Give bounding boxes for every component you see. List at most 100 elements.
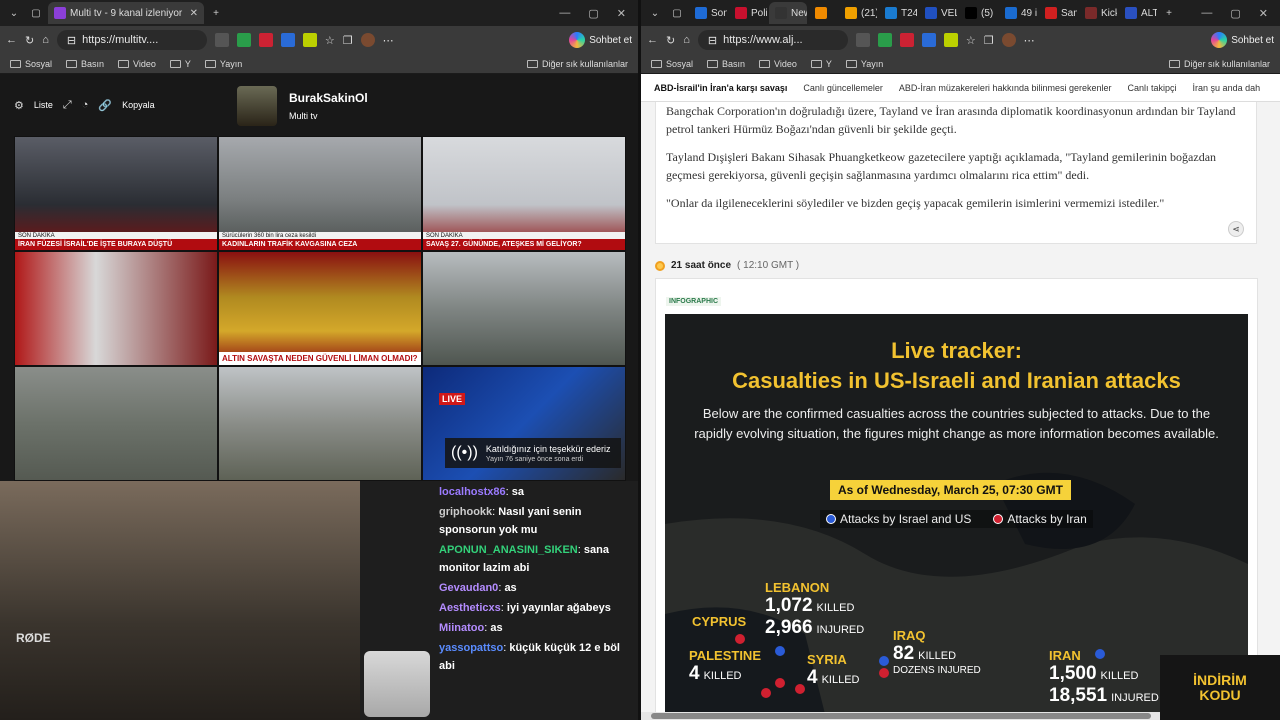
link-icon[interactable]: 🔗 xyxy=(98,99,112,112)
browser-tab[interactable] xyxy=(809,2,837,24)
nav-link[interactable]: Canlı güncellemeler xyxy=(803,83,883,93)
video-tile[interactable] xyxy=(14,251,218,366)
refresh-icon[interactable]: ↻ xyxy=(25,34,34,47)
bookmark-folder[interactable]: Y xyxy=(169,59,191,69)
nav-link[interactable]: ABD-İsrail'in İran'a karşı savaşı xyxy=(654,83,787,93)
extension-icon[interactable] xyxy=(302,33,317,47)
home-icon[interactable]: ⌂ xyxy=(683,34,690,46)
video-tile[interactable] xyxy=(218,366,422,481)
list-button[interactable]: Liste xyxy=(34,100,53,110)
home-icon[interactable]: ⌂ xyxy=(42,34,49,46)
promo-line: KODU xyxy=(1199,686,1241,703)
workspaces-icon[interactable]: ▢ xyxy=(26,3,46,23)
browser-tab[interactable]: (5) xyxy=(959,2,997,24)
chat-username[interactable]: APONUN_ANASINI_SIKEN xyxy=(439,544,578,556)
browser-tab[interactable]: Sam xyxy=(1039,2,1077,24)
scrollbar-thumb[interactable] xyxy=(651,713,1151,719)
fullscreen-icon[interactable]: ⤢ xyxy=(63,99,72,112)
favorites-star-icon[interactable]: ☆ xyxy=(966,34,976,47)
chat-username[interactable]: griphookk xyxy=(439,506,492,518)
chat-username[interactable]: Aestheticxs xyxy=(439,602,501,614)
video-tile[interactable]: Sürücülerin 360 bin lira ceza kesildi KA… xyxy=(218,136,422,251)
copilot-button[interactable]: Sohbet et xyxy=(1211,32,1274,48)
back-icon[interactable]: ← xyxy=(6,34,17,46)
tab-actions-icon[interactable]: ⌄ xyxy=(4,3,24,23)
video-tile[interactable]: SON DAKİKA SAVAŞ 27. GÜNÜNDE, ATEŞKES Mİ… xyxy=(422,136,626,251)
collections-icon[interactable]: ❐ xyxy=(343,34,353,47)
bookmark-folder[interactable]: Yayın xyxy=(845,59,883,69)
browser-tab[interactable]: 49 i xyxy=(999,2,1037,24)
nav-link[interactable]: ABD-İran müzakereleri hakkında bilinmesi… xyxy=(899,83,1112,93)
new-tab-icon[interactable]: + xyxy=(206,3,226,23)
new-tab-icon[interactable]: + xyxy=(1159,3,1179,23)
nav-link[interactable]: Canlı takipçi xyxy=(1128,83,1177,93)
copilot-button[interactable]: Sohbet et xyxy=(569,32,632,48)
address-bar[interactable]: ⊟ https://www.alj... xyxy=(697,30,848,50)
maximize-icon[interactable]: ▢ xyxy=(1230,7,1240,20)
address-bar[interactable]: ⊟ https://multitv.... xyxy=(56,30,207,50)
tab-strip: Son Poli New (21) T24 VEL (5) 49 i Sam Kick ALT xyxy=(689,2,1157,24)
browser-tab[interactable]: New xyxy=(769,2,807,24)
tab-multitv[interactable]: Multi tv - 9 kanal izleniyor ✕ xyxy=(48,2,204,24)
browser-tab[interactable]: Son xyxy=(689,2,727,24)
extension-icon[interactable] xyxy=(877,33,892,47)
refresh-icon[interactable]: ↻ xyxy=(666,34,675,47)
extension-icon[interactable] xyxy=(899,33,914,47)
back-icon[interactable]: ← xyxy=(647,34,658,46)
bookmark-folder[interactable]: Video xyxy=(759,59,797,69)
other-bookmarks[interactable]: Diğer sık kullanılanlar xyxy=(1168,59,1270,69)
nav-link[interactable]: İran şu anda dah xyxy=(1193,83,1261,93)
extension-icon[interactable] xyxy=(943,33,958,47)
extension-icon[interactable] xyxy=(855,33,870,47)
extension-icon[interactable] xyxy=(921,33,936,47)
chat-username[interactable]: Miinatoo xyxy=(439,622,484,634)
site-info-icon[interactable]: ⊟ xyxy=(67,34,76,47)
video-tile[interactable]: ALTIN SAVAŞTA NEDEN GÜVENLİ LİMAN OLMADI… xyxy=(218,251,422,366)
bookmark-folder[interactable]: Video xyxy=(118,59,156,69)
video-tile[interactable] xyxy=(422,251,626,366)
more-menu-icon[interactable]: ⋯ xyxy=(383,34,394,47)
tab-title: Multi tv - 9 kanal izleniyor xyxy=(70,7,183,19)
video-tile[interactable] xyxy=(14,366,218,481)
minimize-icon[interactable]: — xyxy=(559,7,570,20)
bookmark-folder[interactable]: Y xyxy=(810,59,832,69)
workspaces-icon[interactable]: ▢ xyxy=(667,3,687,23)
browser-tab[interactable]: T24 xyxy=(879,2,917,24)
profile-avatar[interactable] xyxy=(360,33,375,47)
extension-icon[interactable] xyxy=(280,33,295,47)
video-tile[interactable]: SON DAKİKA İRAN FÜZESİ İSRAİL'DE İŞTE BU… xyxy=(14,136,218,251)
bookmark-folder[interactable]: Sosyal xyxy=(651,59,693,69)
close-window-icon[interactable]: ✕ xyxy=(1259,7,1268,20)
bookmark-folder[interactable]: Yayın xyxy=(204,59,242,69)
timer-icon[interactable]: ◔ xyxy=(82,99,89,111)
site-info-icon[interactable]: ⊟ xyxy=(708,34,717,47)
extension-icon[interactable] xyxy=(258,33,273,47)
browser-tab[interactable]: Kick xyxy=(1079,2,1117,24)
extension-icon[interactable] xyxy=(214,33,229,47)
extension-icon[interactable] xyxy=(236,33,251,47)
chat-username[interactable]: yassopattso xyxy=(439,642,503,654)
bookmark-folder[interactable]: Sosyal xyxy=(10,59,52,69)
browser-tab[interactable]: Poli xyxy=(729,2,767,24)
bookmark-folder[interactable]: Basın xyxy=(66,59,104,69)
bookmark-folder[interactable]: Basın xyxy=(707,59,745,69)
browser-tab[interactable]: (21) xyxy=(839,2,877,24)
more-menu-icon[interactable]: ⋯ xyxy=(1024,34,1035,47)
close-window-icon[interactable]: ✕ xyxy=(617,7,626,20)
chat-username[interactable]: localhostx86 xyxy=(439,486,506,498)
other-bookmarks[interactable]: Diğer sık kullanılanlar xyxy=(526,59,628,69)
tab-actions-icon[interactable]: ⌄ xyxy=(645,3,665,23)
maximize-icon[interactable]: ▢ xyxy=(588,7,598,20)
close-tab-icon[interactable]: ✕ xyxy=(190,8,198,19)
collections-icon[interactable]: ❐ xyxy=(984,34,994,47)
video-tile[interactable]: LIVE ((•)) Katıldığınız için teşekkür ed… xyxy=(422,366,626,481)
profile-avatar[interactable] xyxy=(1001,33,1016,47)
minimize-icon[interactable]: — xyxy=(1201,7,1212,20)
copy-button[interactable]: Kopyala xyxy=(122,100,155,110)
browser-tab[interactable]: ALT xyxy=(1119,2,1157,24)
browser-tab[interactable]: VEL xyxy=(919,2,957,24)
chat-username[interactable]: Gevaudan0 xyxy=(439,582,498,594)
favorites-star-icon[interactable]: ☆ xyxy=(325,34,335,47)
share-icon[interactable]: ⋖ xyxy=(1228,221,1244,237)
settings-gear-icon[interactable]: ⚙ xyxy=(14,99,24,112)
